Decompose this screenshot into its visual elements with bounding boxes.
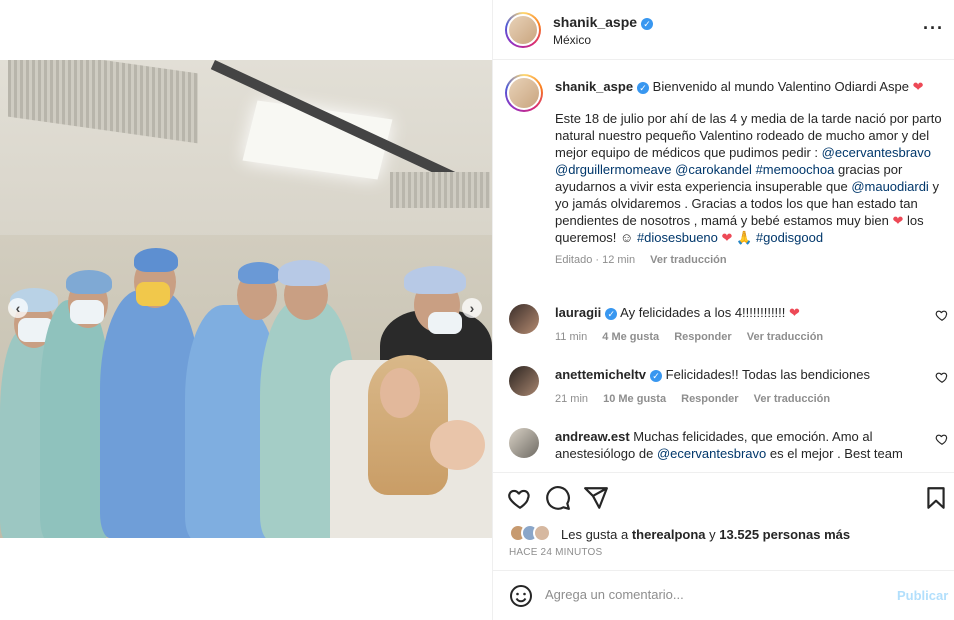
see-translation-link[interactable]: Ver traducción (650, 254, 726, 266)
add-comment-bar: Publicar (493, 570, 954, 620)
comment-username[interactable]: anettemicheltv (555, 367, 646, 382)
comment-item: andreaw.est Muchas felicidades, que emoc… (505, 428, 948, 472)
heart-emoji-icon: ❤ (912, 79, 924, 94)
bookmark-icon[interactable] (923, 485, 949, 511)
comment-likes[interactable]: 4 Me gusta (602, 331, 659, 343)
like-comment-heart-icon[interactable] (935, 432, 949, 446)
avatar (533, 524, 551, 542)
mention-link[interactable]: @ecervantesbravo (822, 145, 931, 160)
emoji-icon[interactable] (509, 584, 533, 608)
comment-username[interactable]: andreaw.est (555, 429, 630, 444)
likes-others[interactable]: 13.525 personas más (719, 527, 850, 542)
reply-button[interactable]: Responder (681, 393, 738, 405)
post-header: shanik_aspe ✓ México ··· (493, 0, 954, 60)
share-icon[interactable] (583, 485, 609, 511)
comment-item: anettemicheltv ✓ Felicidades!! Todas las … (505, 366, 948, 424)
caption-edited: Editado · 12 min (555, 254, 636, 266)
likes-connector: y (709, 527, 716, 542)
comment-text: Ay felicidades a los 4!!!!!!!!!!!! (620, 305, 786, 320)
post-actions: Les gusta a therealpona y 13.525 persona… (493, 472, 954, 570)
post-media: ‹ › (0, 0, 492, 620)
caption-username[interactable]: shanik_aspe (555, 79, 633, 94)
mention-link[interactable]: @carokandel (675, 162, 752, 177)
heart-emoji-icon: ❤ (892, 213, 904, 228)
header-username[interactable]: shanik_aspe (553, 14, 637, 30)
reply-button[interactable]: Responder (674, 331, 731, 343)
see-translation-link[interactable]: Ver traducción (747, 331, 823, 343)
caption-headline: Bienvenido al mundo Valentino Odiardi As… (652, 79, 909, 94)
mention-link[interactable]: @ecervantesbravo (657, 446, 766, 461)
hashtag-link[interactable]: #godisgood (756, 230, 823, 245)
verified-icon: ✓ (637, 82, 650, 94)
verified-icon: ✓ (641, 18, 654, 30)
comment-item: lauragii ✓ Ay felicidades a los 4!!!!!!!!… (505, 304, 948, 362)
comment-likes[interactable]: 10 Me gusta (603, 393, 666, 405)
comment-text: Felicidades!! Todas las bendiciones (665, 367, 870, 382)
mention-link[interactable]: @mauodiardi (851, 179, 929, 194)
previous-arrow-icon[interactable]: ‹ (8, 298, 28, 318)
praying-emoji-icon: 🙏 (736, 230, 753, 245)
avatar[interactable] (505, 12, 541, 48)
like-comment-heart-icon[interactable] (935, 308, 949, 322)
post-side-panel: shanik_aspe ✓ México ··· shanik_aspe ✓ Bie… (492, 0, 954, 620)
comment-input[interactable] (545, 587, 885, 602)
avatar[interactable] (509, 304, 539, 334)
comments-area[interactable]: shanik_aspe ✓ Bienvenido al mundo Valenti… (493, 60, 954, 472)
comment-text: es el mejor . Best team (769, 446, 903, 461)
like-comment-heart-icon[interactable] (935, 370, 949, 384)
more-icon[interactable]: ··· (923, 18, 944, 39)
verified-icon: ✓ (650, 370, 663, 382)
next-arrow-icon[interactable]: › (462, 298, 482, 318)
verified-icon: ✓ (605, 308, 618, 320)
avatar[interactable] (509, 428, 539, 458)
hashtag-link[interactable]: #diosesbueno (637, 230, 718, 245)
comment-time: 21 min (555, 393, 589, 405)
liker-username[interactable]: therealpona (632, 527, 706, 542)
heart-icon[interactable] (507, 485, 533, 511)
heart-emoji-icon: ❤ (789, 305, 800, 320)
post-time[interactable]: HACE 24 MINUTOS (509, 547, 602, 558)
avatar[interactable] (509, 366, 539, 396)
see-translation-link[interactable]: Ver traducción (754, 393, 830, 405)
likes-prefix: Les gusta a (561, 527, 629, 542)
comment-username[interactable]: lauragii (555, 305, 601, 320)
comment-time: 11 min (555, 331, 588, 343)
heart-emoji-icon: ❤ (721, 230, 733, 245)
mention-link[interactable]: @drguillermomeave (555, 162, 672, 177)
hashtag-link[interactable]: #memoochoa (756, 162, 835, 177)
publish-button[interactable]: Publicar (897, 588, 948, 603)
caption-avatar[interactable] (505, 74, 543, 112)
post-photo[interactable] (0, 60, 492, 538)
header-location[interactable]: México (553, 33, 591, 47)
comment-icon[interactable] (545, 485, 571, 511)
